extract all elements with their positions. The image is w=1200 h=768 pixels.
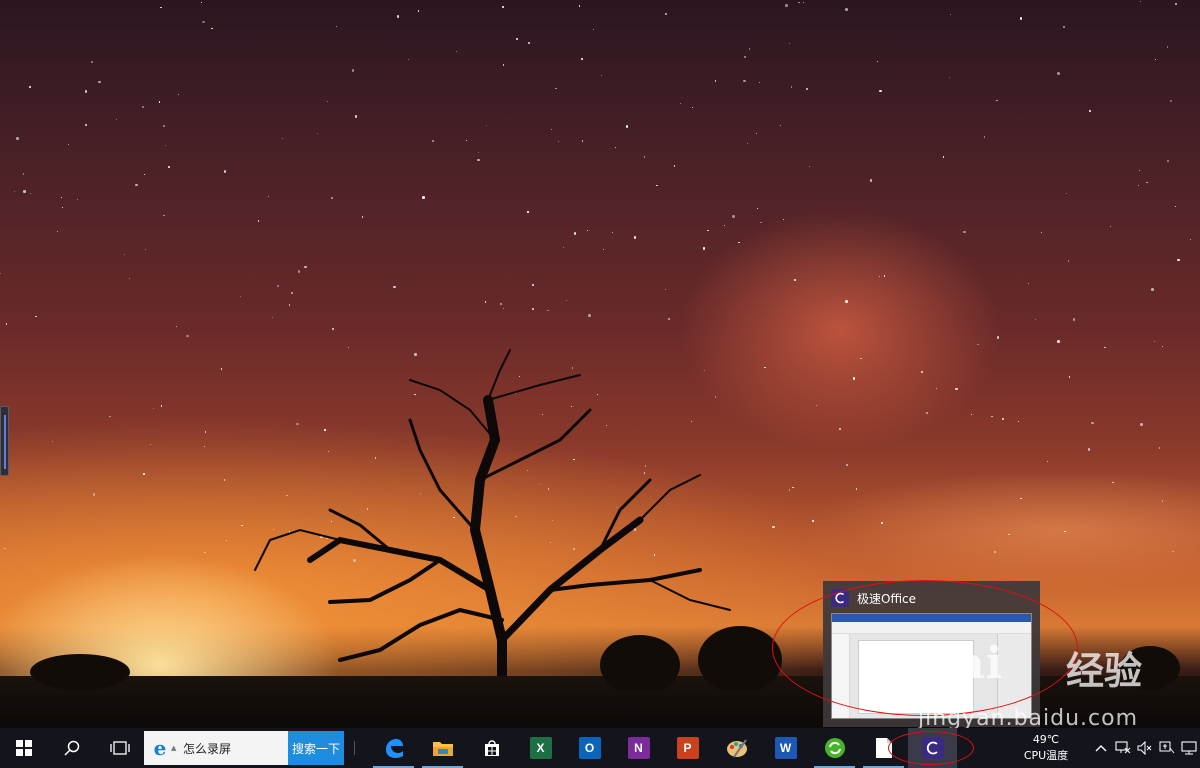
task-view-icon	[110, 741, 130, 755]
desktop-display-icon[interactable]	[1178, 728, 1200, 768]
search-icon	[64, 740, 80, 756]
taskbar-app-refresh-app[interactable]	[810, 728, 859, 768]
taskbar-app-onenote[interactable]: N	[614, 728, 663, 768]
edge-icon	[383, 737, 405, 759]
store-icon	[481, 737, 503, 759]
search-button[interactable]	[48, 728, 96, 768]
windows-logo-icon	[16, 740, 32, 756]
outlook-icon: O	[578, 737, 601, 759]
taskbar-app-word[interactable]: W	[761, 728, 810, 768]
paint-palette-icon	[726, 737, 748, 759]
baidu-watermark: Bai 经验 jingyan.baidu.com	[918, 638, 1148, 728]
taskbar: e ▲ 怎么录屏 搜索一下 X O N P W 49℃ CPU温度	[0, 728, 1200, 768]
system-tray: 49℃ CPU温度	[1014, 728, 1200, 768]
green-circle-icon	[824, 737, 846, 759]
ie-search-bar[interactable]: e ▲ 怎么录屏	[144, 731, 288, 765]
cpu-temperature-widget[interactable]: 49℃ CPU温度	[1014, 732, 1078, 764]
taskbar-app-excel[interactable]: X	[516, 728, 565, 768]
watermark-url: jingyan.baidu.com	[918, 706, 1139, 728]
search-input[interactable]: 怎么录屏	[183, 740, 231, 757]
network-disconnected-icon[interactable]	[1112, 728, 1134, 768]
volume-muted-icon[interactable]	[1134, 728, 1156, 768]
start-button[interactable]	[0, 728, 48, 768]
pinned-apps: XONPW	[369, 728, 957, 768]
cpu-temp-label: CPU温度	[1023, 749, 1069, 762]
powerpoint-icon: P	[676, 737, 699, 759]
taskbar-app-outlook[interactable]: O	[565, 728, 614, 768]
onenote-icon: N	[627, 737, 650, 759]
taskbar-app-edge[interactable]	[369, 728, 418, 768]
watermark-jingyan: 经验	[1066, 649, 1143, 693]
ie-icon: e	[153, 736, 167, 760]
task-view-button[interactable]	[96, 728, 144, 768]
folder-icon	[432, 737, 454, 759]
taskbar-app-file-explorer[interactable]	[418, 728, 467, 768]
taskbar-separator	[354, 741, 355, 755]
cpu-temp-value: 49℃	[1032, 733, 1060, 746]
taskbar-app-paint[interactable]	[712, 728, 761, 768]
chevron-up-icon[interactable]	[1090, 728, 1112, 768]
desktop-wallpaper: 极速Office Bai 经验 jingyan.baidu.com	[0, 0, 1200, 728]
taskbar-app-powerpoint[interactable]: P	[663, 728, 712, 768]
taskbar-app-store[interactable]	[467, 728, 516, 768]
watermark-logo: Bai	[918, 638, 1004, 689]
excel-icon: X	[529, 737, 552, 759]
word-icon: W	[774, 737, 797, 759]
ime-icon[interactable]	[1156, 728, 1178, 768]
search-go-button[interactable]: 搜索一下	[288, 731, 344, 765]
annotation-ellipse-taskbar	[888, 731, 974, 765]
caret-up-icon[interactable]: ▲	[171, 744, 179, 752]
edge-scroll-handle[interactable]	[0, 406, 9, 476]
